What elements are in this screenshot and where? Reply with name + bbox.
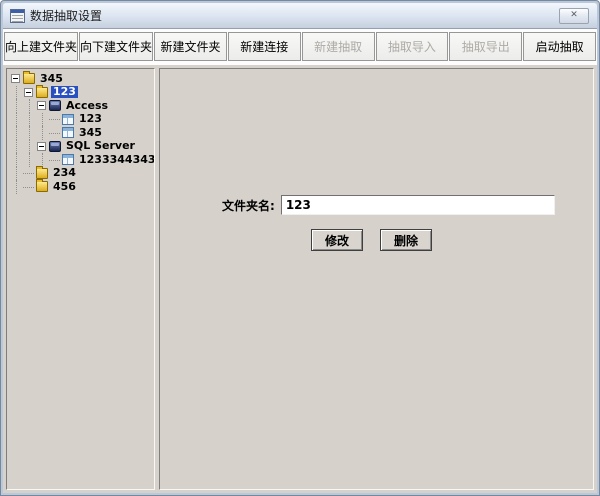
tree-indent-guide bbox=[23, 126, 36, 140]
tree-indent-guide bbox=[10, 153, 23, 167]
tree-node[interactable]: 1233344343 bbox=[10, 153, 152, 167]
tree-indent-guide bbox=[10, 86, 23, 100]
delete-button[interactable]: 删除 bbox=[380, 229, 432, 251]
tree-connector bbox=[49, 153, 62, 167]
tree-connector bbox=[23, 180, 36, 194]
folder-name-row: 文件夹名: bbox=[160, 195, 555, 215]
folder-icon bbox=[23, 73, 35, 84]
tree-indent-guide bbox=[10, 180, 23, 194]
toolbar-button-8[interactable]: 启动抽取 bbox=[523, 32, 596, 61]
tree-indent-guide bbox=[23, 113, 36, 127]
collapse-icon[interactable] bbox=[24, 88, 33, 97]
toolbar-button-label: 向上建文件夹 bbox=[5, 38, 77, 55]
tree-node-label: 1233344343 bbox=[77, 154, 155, 166]
tree-node-label: 345 bbox=[38, 73, 65, 85]
tree-node-label: 123 bbox=[77, 113, 104, 125]
detail-panel: 文件夹名: 修改 删除 bbox=[159, 68, 594, 490]
modify-button[interactable]: 修改 bbox=[311, 229, 363, 251]
tree-indent-guide bbox=[36, 113, 49, 127]
tree-node[interactable]: 456 bbox=[10, 180, 152, 194]
form-buttons: 修改 删除 bbox=[311, 229, 432, 251]
tree-indent-guide bbox=[10, 113, 23, 127]
window-title: 数据抽取设置 bbox=[30, 9, 559, 23]
folder-tree-panel: 345 123 Access 123 345 SQL Server 123334… bbox=[6, 68, 155, 490]
tree-node[interactable]: 123 bbox=[10, 86, 152, 100]
tree-node-label: 456 bbox=[51, 181, 78, 193]
tree-node[interactable]: 345 bbox=[10, 72, 152, 86]
toolbar-button-label: 新建连接 bbox=[240, 38, 288, 55]
tree-indent-guide bbox=[23, 140, 36, 154]
folder-icon bbox=[36, 168, 48, 179]
toolbar-button-label: 启动抽取 bbox=[536, 38, 584, 55]
toolbar-button-label: 抽取导入 bbox=[388, 38, 436, 55]
toolbar-button-label: 向下建文件夹 bbox=[80, 38, 152, 55]
folder-icon bbox=[36, 87, 48, 98]
tree-indent-guide bbox=[36, 126, 49, 140]
toolbar-button-label: 抽取导出 bbox=[462, 38, 510, 55]
folder-tree: 345 123 Access 123 345 SQL Server 123334… bbox=[7, 69, 154, 194]
tree-node[interactable]: 345 bbox=[10, 126, 152, 140]
tree-indent-guide bbox=[10, 99, 23, 113]
table-icon bbox=[62, 127, 74, 138]
app-icon bbox=[10, 9, 25, 23]
table-icon bbox=[62, 154, 74, 165]
toolbar: 向上建文件夹 向下建文件夹 新建文件夹 新建连接 新建抽取 抽取导入 抽取导出 … bbox=[3, 29, 597, 65]
tree-indent-guide bbox=[10, 167, 23, 181]
tree-node-label: Access bbox=[64, 100, 110, 112]
data-extraction-settings-window: 数据抽取设置 ✕ 向上建文件夹 向下建文件夹 新建文件夹 新建连接 新建抽取 抽… bbox=[0, 0, 600, 496]
folder-name-input[interactable] bbox=[281, 195, 555, 215]
folder-name-label: 文件夹名: bbox=[222, 197, 275, 214]
tree-node[interactable]: Access bbox=[10, 99, 152, 113]
tree-indent-guide bbox=[23, 153, 36, 167]
tree-connector bbox=[49, 113, 62, 127]
collapse-icon[interactable] bbox=[37, 142, 46, 151]
tree-node-label: 345 bbox=[77, 127, 104, 139]
tree-indent-guide bbox=[10, 126, 23, 140]
tree-indent-guide bbox=[10, 140, 23, 154]
tree-node[interactable]: SQL Server bbox=[10, 140, 152, 154]
tree-connector bbox=[23, 167, 36, 181]
collapse-icon[interactable] bbox=[11, 74, 20, 83]
toolbar-button-4[interactable]: 新建连接 bbox=[228, 32, 301, 61]
tree-node-label: 123 bbox=[51, 86, 78, 98]
toolbar-button-5: 新建抽取 bbox=[302, 32, 375, 61]
toolbar-button-6: 抽取导入 bbox=[376, 32, 449, 61]
database-icon bbox=[49, 141, 61, 152]
toolbar-button-label: 新建抽取 bbox=[314, 38, 362, 55]
tree-node[interactable]: 123 bbox=[10, 113, 152, 127]
tree-node-label: SQL Server bbox=[64, 140, 137, 152]
collapse-icon[interactable] bbox=[37, 101, 46, 110]
toolbar-button-3[interactable]: 新建文件夹 bbox=[154, 32, 227, 61]
tree-indent-guide bbox=[36, 153, 49, 167]
content-area: 345 123 Access 123 345 SQL Server 123334… bbox=[3, 65, 597, 493]
table-icon bbox=[62, 114, 74, 125]
database-icon bbox=[49, 100, 61, 111]
tree-node-label: 234 bbox=[51, 167, 78, 179]
toolbar-button-2[interactable]: 向下建文件夹 bbox=[79, 32, 153, 61]
tree-connector bbox=[49, 126, 62, 140]
folder-icon bbox=[36, 181, 48, 192]
titlebar: 数据抽取设置 ✕ bbox=[3, 3, 597, 29]
toolbar-button-1[interactable]: 向上建文件夹 bbox=[4, 32, 78, 61]
tree-node[interactable]: 234 bbox=[10, 167, 152, 181]
toolbar-button-label: 新建文件夹 bbox=[160, 38, 220, 55]
tree-indent-guide bbox=[23, 99, 36, 113]
close-icon[interactable]: ✕ bbox=[559, 8, 589, 24]
toolbar-button-7: 抽取导出 bbox=[449, 32, 522, 61]
